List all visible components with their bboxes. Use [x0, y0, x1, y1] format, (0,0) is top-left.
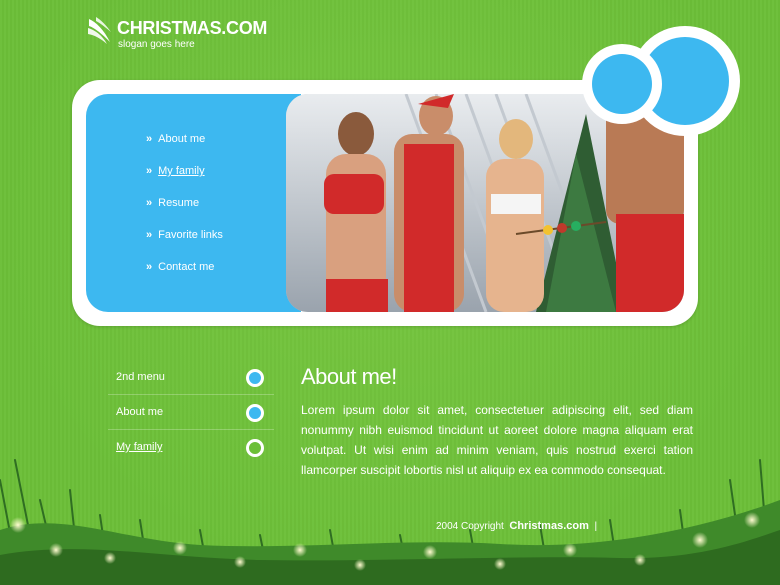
- footer-site-link[interactable]: Christmas.com: [509, 520, 588, 532]
- logo-swoosh-icon: [88, 17, 111, 44]
- secondary-menu-item-2nd[interactable]: 2nd menu: [108, 360, 274, 395]
- footer-separator: |: [594, 521, 598, 532]
- menu-item-label: About me: [158, 133, 206, 145]
- main-menu-item-about[interactable]: » About me: [146, 133, 205, 145]
- menu-item-label: Resume: [158, 197, 200, 209]
- footer-copyright: 2004 Copyright: [436, 521, 504, 532]
- pine-garland-decoration: [0, 459, 780, 585]
- arrow-icon: »: [146, 197, 153, 209]
- main-menu-item-resume[interactable]: » Resume: [146, 197, 199, 209]
- logo-name: CHRISTMAS.COM: [117, 18, 268, 38]
- secondary-menu-label: 2nd menu: [116, 371, 165, 383]
- secondary-menu-item-about[interactable]: About me: [108, 395, 274, 430]
- arrow-icon: »: [146, 261, 153, 273]
- arrow-icon: »: [146, 165, 153, 177]
- arrow-icon: »: [146, 133, 153, 145]
- decor-bubble-small: [582, 44, 662, 124]
- menu-item-label: Favorite links: [158, 229, 223, 241]
- main-menu-item-contact[interactable]: » Contact me: [146, 261, 214, 273]
- footer: 2004 Copyright Christmas.com |: [436, 520, 597, 532]
- menu-item-label: My family: [158, 165, 205, 177]
- main-menu-item-family[interactable]: » My family: [146, 165, 205, 177]
- page-title: About me!: [301, 364, 397, 389]
- arrow-icon: »: [146, 229, 153, 241]
- bullet-dot-icon: [246, 369, 264, 387]
- menu-item-label: Contact me: [158, 261, 215, 273]
- secondary-menu-label: About me: [116, 406, 164, 418]
- site-logo[interactable]: CHRISTMAS.COM slogan goes here: [86, 16, 286, 56]
- header-photo: [286, 94, 684, 312]
- bullet-dot-icon: [246, 404, 264, 422]
- logo-slogan: slogan goes here: [118, 39, 195, 50]
- main-menu-item-links[interactable]: » Favorite links: [146, 229, 223, 241]
